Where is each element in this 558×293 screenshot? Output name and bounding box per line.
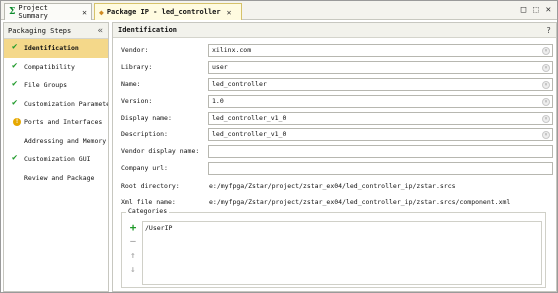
clear-icon[interactable]: × bbox=[542, 97, 550, 106]
step-label: File Groups bbox=[24, 81, 68, 90]
maximize-icon[interactable]: ⬚ bbox=[533, 5, 538, 15]
identification-panel: Identification ? Vendor: xilinx.com × Libra… bbox=[112, 22, 557, 292]
move-down-icon[interactable]: ↓ bbox=[130, 265, 135, 275]
field-label: Vendor: bbox=[121, 46, 149, 54]
step-label: Customization GUI bbox=[24, 155, 91, 164]
step-item[interactable]: ✔ File Groups bbox=[4, 76, 108, 95]
section-title: Identification bbox=[118, 26, 178, 34]
panel-title: Packaging Steps bbox=[8, 26, 72, 35]
step-item[interactable]: ✔ Customization Parameter bbox=[4, 95, 108, 114]
step-label: Identification bbox=[24, 44, 79, 53]
field-value: user bbox=[212, 63, 228, 71]
field-label: Company url: bbox=[121, 164, 168, 172]
warning-icon: ! bbox=[13, 118, 21, 126]
field-label: Name: bbox=[121, 80, 141, 88]
check-icon: ✔ bbox=[12, 153, 18, 163]
xml-file-label: Xml file name: bbox=[121, 198, 176, 206]
sigma-icon: Σ bbox=[9, 7, 16, 17]
close-icon[interactable]: ✕ bbox=[546, 5, 551, 15]
step-item[interactable]: ✔ Identification bbox=[4, 39, 108, 58]
step-label: Review and Package bbox=[24, 173, 95, 182]
categories-toolbar: + — ↑ ↓ bbox=[127, 222, 139, 275]
text-field[interactable]: led_controller × bbox=[208, 77, 553, 91]
step-item[interactable]: Addressing and Memory bbox=[4, 132, 108, 151]
field-label: Version: bbox=[121, 97, 153, 105]
collapse-icon[interactable]: « bbox=[98, 26, 103, 36]
close-icon[interactable]: ✕ bbox=[227, 8, 232, 17]
clear-icon[interactable]: × bbox=[542, 46, 550, 55]
categories-group: Categories + — ↑ ↓ /UserIP bbox=[121, 207, 546, 288]
step-item[interactable]: ✔ Customization GUI bbox=[4, 150, 108, 169]
panel-header: Packaging Steps « bbox=[4, 23, 108, 39]
root-directory-value: e:/myfpga/Zstar/project/zstar_ex04/led_c… bbox=[209, 182, 456, 190]
clear-icon[interactable]: × bbox=[542, 63, 550, 72]
clear-icon[interactable]: × bbox=[542, 80, 550, 89]
check-icon: ✔ bbox=[12, 42, 18, 52]
clear-icon[interactable]: × bbox=[542, 114, 550, 123]
field-label: Vendor display name: bbox=[121, 147, 200, 155]
root-directory-label: Root directory: bbox=[121, 182, 180, 190]
remove-icon[interactable]: — bbox=[130, 237, 135, 247]
form-row: Library: user × bbox=[121, 60, 553, 74]
step-item[interactable]: ✔ Compatibility bbox=[4, 58, 108, 77]
categories-list[interactable]: /UserIP bbox=[142, 221, 542, 285]
window-controls: □ ⬚ ✕ bbox=[521, 5, 551, 15]
tab-label: Project Summary bbox=[18, 4, 48, 20]
restore-icon[interactable]: □ bbox=[521, 5, 526, 15]
tab-label: Package IP - led_controller bbox=[106, 8, 221, 16]
step-item[interactable]: Review and Package bbox=[4, 169, 108, 188]
form-row: Description: led_controller_v1_0 × bbox=[121, 127, 553, 141]
form-row: Version: 1.0 × bbox=[121, 94, 553, 108]
text-field[interactable]: led_controller_v1_0 × bbox=[208, 111, 553, 125]
step-label: Customization Parameter bbox=[24, 99, 108, 108]
form-row: Display name: led_controller_v1_0 × bbox=[121, 111, 553, 125]
field-value: led_controller bbox=[212, 80, 267, 88]
move-up-icon[interactable]: ↑ bbox=[130, 251, 135, 261]
text-field[interactable] bbox=[208, 161, 553, 175]
xml-file-value: e:/myfpga/Zstar/project/zstar_ex04/led_c… bbox=[209, 198, 511, 206]
packaging-steps-panel: Packaging Steps « ✔ Identification ✔ Compat… bbox=[3, 22, 109, 292]
step-label: Compatibility bbox=[24, 62, 75, 71]
step-item[interactable]: ! Ports and Interfaces bbox=[4, 113, 108, 132]
categories-title: Categories bbox=[126, 207, 170, 215]
section-header: Identification ? bbox=[113, 23, 556, 38]
check-icon: ✔ bbox=[12, 97, 18, 108]
form-row: Company url: bbox=[121, 161, 553, 175]
help-icon[interactable]: ? bbox=[546, 26, 551, 35]
package-ip-window: Σ Project Summary ✕ ◆ Package IP - led_c… bbox=[0, 0, 558, 293]
step-label: Addressing and Memory bbox=[24, 136, 107, 145]
check-icon: ✔ bbox=[12, 60, 18, 71]
clear-icon[interactable]: × bbox=[542, 130, 550, 139]
field-label: Description: bbox=[121, 130, 168, 138]
text-field[interactable]: user × bbox=[208, 60, 553, 74]
field-label: Display name: bbox=[121, 114, 172, 122]
form-row: Vendor: xilinx.com × bbox=[121, 43, 553, 57]
tab-package-ip[interactable]: ◆ Package IP - led_controller ✕ bbox=[94, 3, 242, 20]
field-value: led_controller_v1_0 bbox=[212, 114, 287, 122]
text-field[interactable] bbox=[208, 144, 553, 158]
editor-tab-strip: Σ Project Summary ✕ ◆ Package IP - led_c… bbox=[1, 1, 557, 20]
field-value: xilinx.com bbox=[212, 46, 252, 54]
root-directory-row: Root directory: e:/myfpga/Zstar/project/… bbox=[121, 179, 456, 193]
close-icon[interactable]: ✕ bbox=[82, 8, 87, 17]
check-icon: ✔ bbox=[12, 79, 18, 89]
field-value: led_controller_v1_0 bbox=[212, 130, 287, 138]
text-field[interactable]: led_controller_v1_0 × bbox=[208, 127, 553, 141]
form-row: Name: led_controller × bbox=[121, 77, 553, 91]
steps-list: ✔ Identification ✔ Compatibility ✔ File Group… bbox=[4, 39, 108, 187]
form-row: Vendor display name: bbox=[121, 144, 553, 158]
field-value: 1.0 bbox=[212, 97, 224, 105]
list-item[interactable]: /UserIP bbox=[143, 222, 541, 234]
step-label: Ports and Interfaces bbox=[24, 118, 103, 127]
field-label: Library: bbox=[121, 63, 153, 71]
tab-project-summary[interactable]: Σ Project Summary ✕ bbox=[4, 3, 92, 20]
package-icon: ◆ bbox=[99, 7, 104, 17]
text-field[interactable]: 1.0 × bbox=[208, 94, 553, 108]
add-icon[interactable]: + bbox=[130, 222, 137, 233]
text-field[interactable]: xilinx.com × bbox=[208, 43, 553, 57]
